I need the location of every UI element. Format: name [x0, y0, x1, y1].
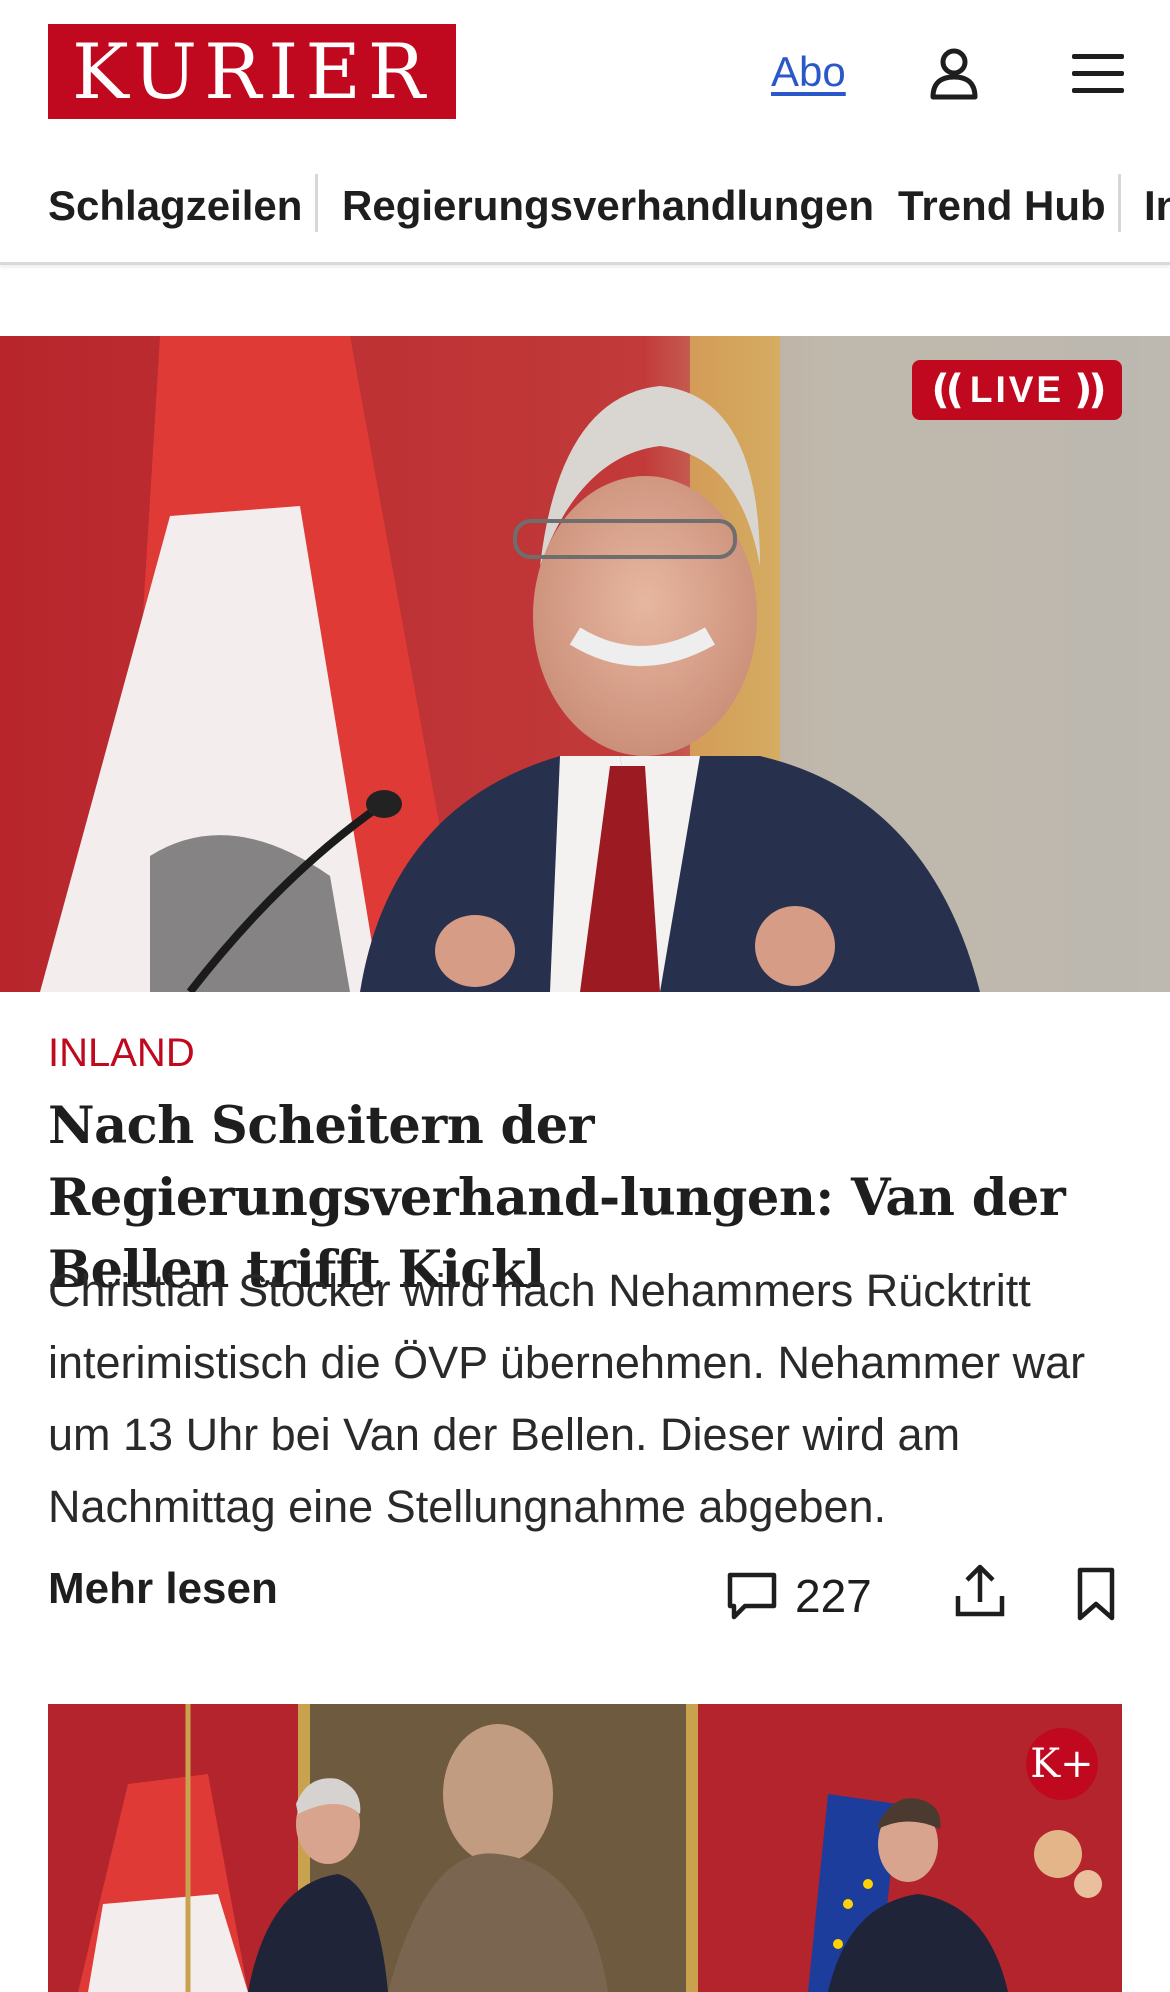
nav-item-trend-hub[interactable]: Trend Hub	[898, 182, 1106, 230]
article-kicker[interactable]: INLAND	[48, 1031, 195, 1076]
meeting-photo	[48, 1704, 1122, 1992]
live-signal-right-icon: ))	[1074, 367, 1107, 413]
live-label: LIVE	[969, 369, 1065, 410]
live-signal-left-icon: ((	[931, 367, 964, 413]
kurier-logo[interactable]: KURIER	[48, 24, 456, 119]
live-badge: (( LIVE ))	[912, 360, 1122, 420]
nav-divider	[1118, 174, 1121, 232]
nav-item-schlagzeilen[interactable]: Schlagzeilen	[48, 182, 302, 230]
article-teaser[interactable]: Christian Stocker wird nach Nehammers Rü…	[48, 1255, 1133, 1543]
second-article-image[interactable]	[48, 1704, 1122, 1992]
comment-count: 227	[795, 1570, 872, 1622]
read-more-link[interactable]: Mehr lesen	[48, 1564, 278, 1614]
user-icon	[930, 48, 978, 100]
press-conference-photo	[0, 336, 1170, 992]
abo-link[interactable]: Abo	[771, 48, 846, 96]
nav-divider	[315, 174, 318, 232]
bookmark-button[interactable]	[1072, 1566, 1120, 1624]
account-button[interactable]	[924, 44, 984, 104]
share-button[interactable]	[952, 1562, 1008, 1622]
bookmark-icon	[1077, 1567, 1115, 1621]
lead-article-image[interactable]	[0, 336, 1170, 992]
share-icon	[955, 1564, 1005, 1617]
hamburger-menu-icon	[1072, 54, 1124, 93]
site-header: KURIER Abo	[0, 0, 1170, 145]
menu-button[interactable]	[1068, 44, 1128, 104]
kurier-plus-badge: K+	[1026, 1728, 1098, 1800]
section-nav: Schlagzeilen Regierungsverhandlungen Tre…	[0, 162, 1170, 265]
nav-item-regierungsverhandlungen[interactable]: Regierungsverhandlungen	[342, 182, 874, 230]
comment-icon	[727, 1572, 777, 1620]
comments-button[interactable]: 227	[725, 1566, 872, 1626]
nav-item-inland[interactable]: In	[1144, 182, 1170, 230]
